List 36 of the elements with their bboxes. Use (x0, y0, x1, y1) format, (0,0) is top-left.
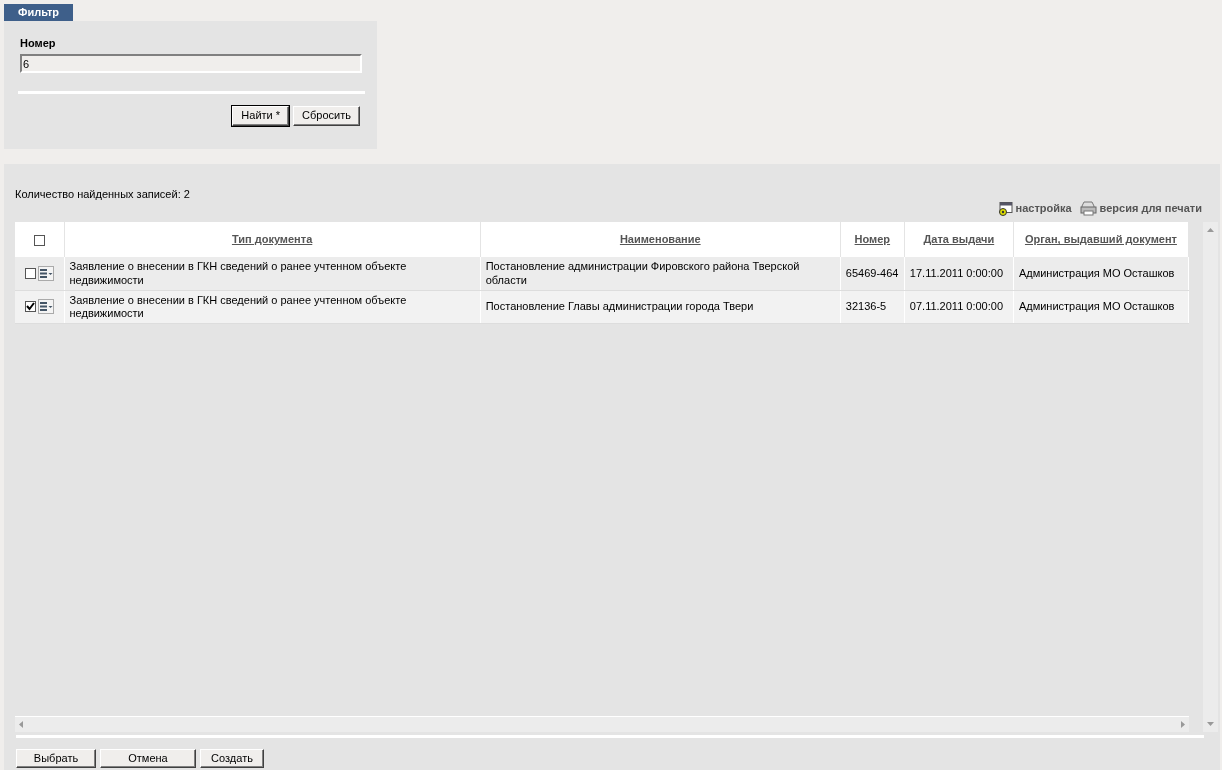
printer-icon (1079, 201, 1097, 217)
reset-button[interactable]: Сбросить (293, 106, 360, 126)
table-cell: Заявление о внесении в ГКН сведений о ранее учтенном объекте недвижимости (69, 293, 407, 319)
scroll-left-icon[interactable] (19, 720, 23, 728)
scroll-down-icon[interactable] (1207, 721, 1214, 726)
settings-icon (997, 201, 1013, 216)
row-menu-icon[interactable] (38, 299, 54, 315)
number-input-field[interactable]: 6 (20, 54, 362, 74)
horizontal-scrollbar[interactable] (15, 715, 1189, 732)
table-cell: 07.11.2011 0:00:00 (909, 300, 1004, 313)
column-header-link[interactable]: Наименование (619, 233, 701, 247)
row-checkbox[interactable] (25, 268, 36, 280)
table-cell: 32136-5 (845, 300, 887, 313)
table-cell: Постановление администрации Фировского района Тверской области (485, 260, 800, 286)
print-version-link[interactable]: версия для печати (1079, 201, 1202, 217)
field-label: Номер (20, 37, 57, 51)
select-button[interactable]: Выбрать (16, 748, 96, 768)
table-cell: Администрация МО Осташков (1018, 300, 1175, 313)
scroll-up-icon[interactable] (1207, 228, 1214, 233)
vertical-scrollbar[interactable] (1203, 222, 1218, 732)
search-button[interactable]: Найти * (232, 106, 290, 126)
row-menu-icon[interactable] (38, 266, 54, 282)
table-cell: 17.11.2011 0:00:00 (909, 266, 1004, 279)
table-cell: Администрация МО Осташков (1018, 266, 1175, 279)
cancel-button[interactable]: Отмена (100, 748, 196, 768)
record-count-text: Количество найденных записей: 2 (15, 188, 191, 202)
column-header-link[interactable]: Тип документа (231, 233, 313, 247)
create-button[interactable]: Создать (200, 748, 264, 768)
row-checkbox[interactable] (25, 301, 36, 313)
table-cell: Постановление Главы администрации города Твери (485, 300, 754, 313)
scroll-right-icon[interactable] (1181, 720, 1185, 728)
select-all-checkbox[interactable] (33, 234, 45, 246)
table-cell: Заявление о внесении в ГКН сведений о ранее учтенном объекте недвижимости (69, 260, 407, 286)
settings-link[interactable]: настройка (997, 201, 1072, 217)
filter-tab[interactable]: Фильтр (4, 4, 74, 22)
table-cell: 65469-464 (845, 266, 899, 279)
